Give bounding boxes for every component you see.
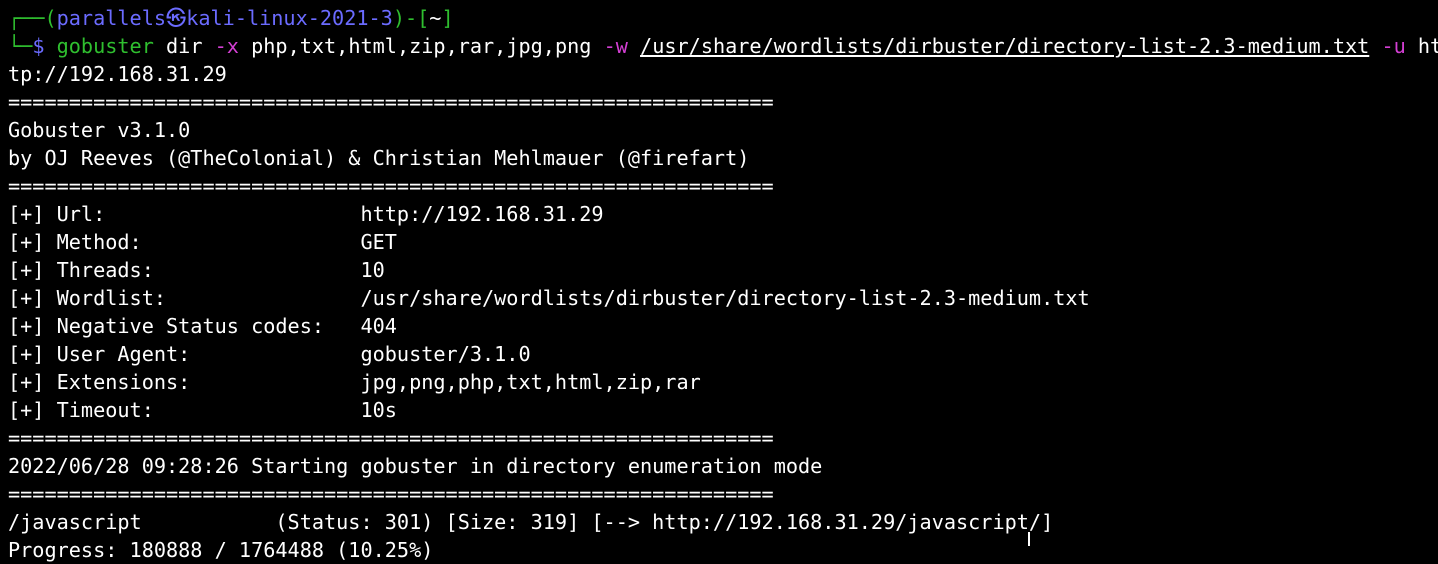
terminal-line: ┌──(parallels㉿kali-linux-2021-3)-[~] [8, 4, 1438, 32]
terminal-text-segment: └─ [8, 34, 33, 58]
terminal-text-segment: [+] Extensions: jpg,png,php,txt,html,zip… [8, 370, 701, 394]
terminal-text-segment: /javascript (Status: 301) [Size: 319] [-… [8, 510, 1054, 534]
terminal-line: ========================================… [8, 88, 1438, 116]
terminal-line: [+] Url: http://192.168.31.29 [8, 200, 1438, 228]
terminal-text-segment: /usr/share/wordlists/dirbuster/directory… [640, 34, 1370, 58]
terminal-line: ========================================… [8, 480, 1438, 508]
terminal-text-segment: [+] Wordlist: /usr/share/wordlists/dirbu… [8, 286, 1090, 310]
terminal-text-segment: ht [1417, 34, 1438, 58]
terminal-line: [+] Method: GET [8, 228, 1438, 256]
terminal-text-segment: by OJ Reeves (@TheColonial) & Christian … [8, 146, 750, 170]
terminal-text-segment: [+] Url: http://192.168.31.29 [8, 202, 604, 226]
terminal-text-segment: php,txt,html,zip,rar,jpg,png [238, 34, 604, 58]
terminal-text-segment: parallels㉿kali-linux-2021-3 [56, 6, 393, 30]
terminal-text-segment: [+] Timeout: 10s [8, 398, 397, 422]
terminal-line: [+] Timeout: 10s [8, 396, 1438, 424]
terminal-text-segment: [+] Threads: 10 [8, 258, 385, 282]
terminal-text-segment: Progress: 180888 / 1764488 (10.25%) [8, 538, 434, 562]
terminal-text-segment: 2022/06/28 09:28:26 Starting gobuster in… [8, 454, 823, 478]
terminal-line: Progress: 180888 / 1764488 (10.25%) [8, 536, 1438, 564]
terminal-text-segment: $ [32, 34, 57, 58]
terminal-output[interactable]: ┌──(parallels㉿kali-linux-2021-3)-[~] └─$ … [8, 4, 1438, 564]
terminal-line: [+] Wordlist: /usr/share/wordlists/dirbu… [8, 284, 1438, 312]
terminal-line: [+] Extensions: jpg,png,php,txt,html,zip… [8, 368, 1438, 396]
terminal-text-segment: ~ [429, 6, 442, 30]
terminal-text-segment: gobuster [56, 34, 154, 58]
terminal-text-segment: ] [441, 6, 454, 30]
terminal-text-segment: -w [603, 34, 628, 58]
terminal-line: 2022/06/28 09:28:26 Starting gobuster in… [8, 452, 1438, 480]
terminal-text-segment: -u [1381, 34, 1406, 58]
terminal-line: [+] Threads: 10 [8, 256, 1438, 284]
terminal-text-segment: ========================================… [8, 90, 774, 114]
terminal-text-segment: [+] Method: GET [8, 230, 397, 254]
text-cursor [1028, 532, 1030, 546]
terminal-text-segment: Gobuster v3.1.0 [8, 118, 191, 142]
terminal-line: tp://192.168.31.29 [8, 60, 1438, 88]
terminal-line: ========================================… [8, 424, 1438, 452]
terminal-text-segment: ========================================… [8, 174, 774, 198]
terminal-text-segment: dir [153, 34, 215, 58]
terminal-text-segment: ┌──( [8, 6, 57, 30]
terminal-text-segment: ========================================… [8, 482, 774, 506]
terminal-line: [+] Negative Status codes: 404 [8, 312, 1438, 340]
terminal-line: Gobuster v3.1.0 [8, 116, 1438, 144]
terminal-line: [+] User Agent: gobuster/3.1.0 [8, 340, 1438, 368]
terminal-text-segment: )-[ [392, 6, 430, 30]
terminal-line: ========================================… [8, 172, 1438, 200]
terminal-text-segment: tp://192.168.31.29 [8, 62, 227, 86]
terminal-text-segment: -x [214, 34, 239, 58]
terminal-line: by OJ Reeves (@TheColonial) & Christian … [8, 144, 1438, 172]
terminal-line: └─$ gobuster dir -x php,txt,html,zip,rar… [8, 32, 1438, 60]
terminal-text-segment: [+] User Agent: gobuster/3.1.0 [8, 342, 531, 366]
terminal-text-segment: ========================================… [8, 426, 774, 450]
terminal-line: /javascript (Status: 301) [Size: 319] [-… [8, 508, 1438, 536]
terminal-text-segment: [+] Negative Status codes: 404 [8, 314, 397, 338]
